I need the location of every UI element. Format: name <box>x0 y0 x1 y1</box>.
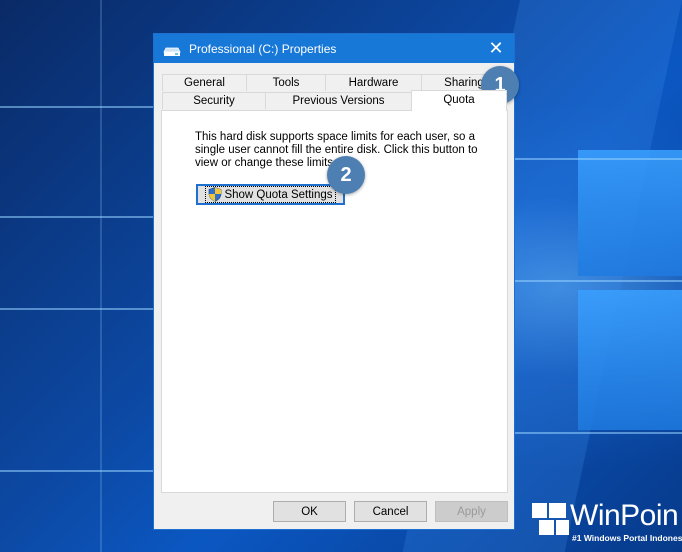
tab-label: Quota <box>443 94 475 106</box>
window-logo-line <box>0 106 160 108</box>
tab-label: Security <box>193 95 235 107</box>
show-quota-settings-button[interactable]: Show Quota Settings <box>196 184 345 205</box>
brand-name: WinPoin <box>570 499 679 532</box>
tab-hardware[interactable]: Hardware <box>325 74 422 91</box>
ok-label: OK <box>301 505 318 518</box>
window-logo-line <box>515 158 682 160</box>
tab-general[interactable]: General <box>162 74 247 91</box>
window-logo-line <box>515 432 682 434</box>
close-icon: ✕ <box>488 38 504 58</box>
apply-button[interactable]: Apply <box>435 501 508 522</box>
window-logo-pane <box>578 290 682 430</box>
cancel-label: Cancel <box>372 505 409 518</box>
window-logo-pane <box>578 150 682 276</box>
step-callout-2: 2 <box>327 156 365 194</box>
tab-label: Tools <box>272 77 300 89</box>
winpoin-watermark: WinPoin #1 Windows Portal Indonesia <box>532 499 682 548</box>
close-button[interactable]: ✕ <box>478 34 514 63</box>
properties-dialog: Professional (C:) Properties ✕ General T… <box>153 33 515 530</box>
logo-square <box>556 520 569 535</box>
tab-label: Sharing <box>444 77 484 89</box>
cancel-button[interactable]: Cancel <box>354 501 427 522</box>
logo-square <box>539 520 554 535</box>
logo-square <box>549 503 566 518</box>
tab-tools[interactable]: Tools <box>246 74 326 91</box>
tab-label: Previous Versions <box>292 95 385 107</box>
tab-previous-versions[interactable]: Previous Versions <box>265 92 412 109</box>
dialog-title: Professional (C:) Properties <box>189 41 337 56</box>
tab-label: General <box>184 77 225 89</box>
tab-quota[interactable]: Quota <box>411 90 507 111</box>
window-logo-line <box>0 308 160 310</box>
title-bar[interactable]: Professional (C:) Properties ✕ <box>154 34 514 63</box>
brand-tagline: #1 Windows Portal Indonesia <box>572 533 682 543</box>
tab-label: Hardware <box>348 77 399 89</box>
ok-button[interactable]: OK <box>273 501 346 522</box>
uac-shield-icon <box>209 187 222 202</box>
apply-label: Apply <box>457 505 486 518</box>
window-logo-line <box>515 280 682 282</box>
tab-security[interactable]: Security <box>162 92 266 109</box>
drive-icon <box>163 44 181 56</box>
show-quota-settings-label: Show Quota Settings <box>224 188 333 201</box>
logo-square <box>532 503 547 518</box>
window-logo-line <box>0 216 160 218</box>
window-logo-line <box>0 470 160 472</box>
button-focus-frame: Show Quota Settings <box>205 186 336 203</box>
